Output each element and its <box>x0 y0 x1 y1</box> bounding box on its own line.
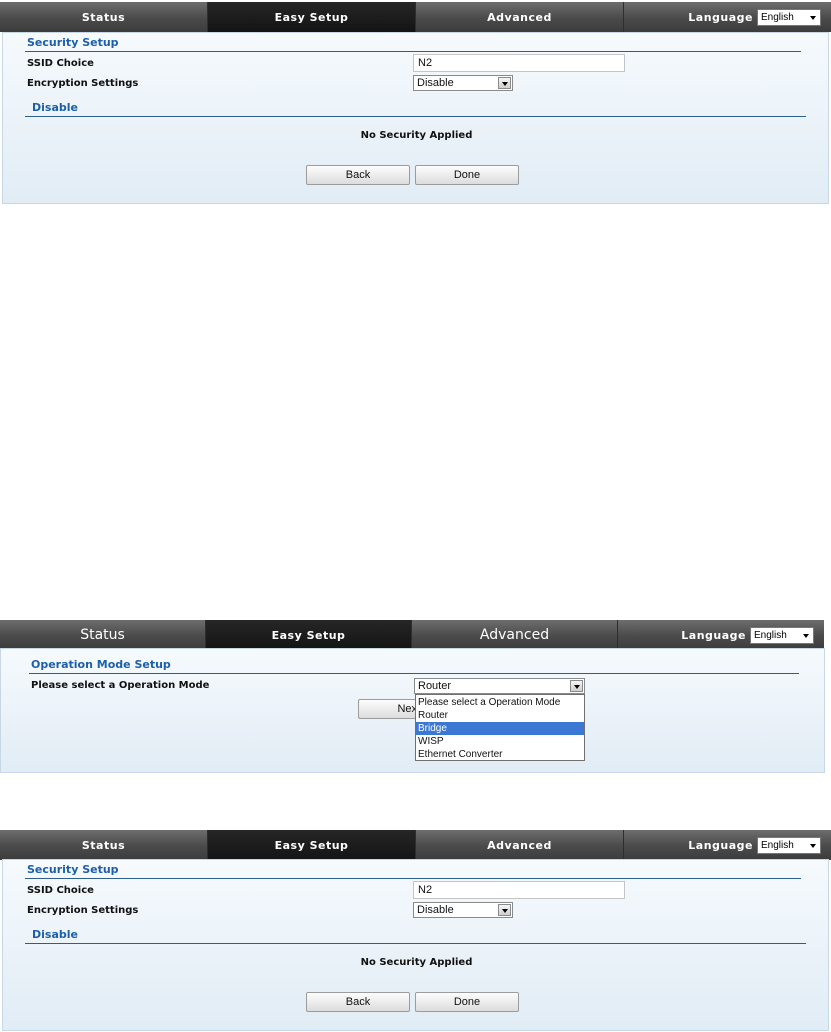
top-nav: Status Easy Setup Advanced Language Engl… <box>0 830 831 860</box>
language-label: Language <box>688 838 753 852</box>
language-select[interactable]: English <box>757 836 821 854</box>
subsection-title: Disable <box>32 928 78 941</box>
tab-status[interactable]: Status <box>0 620 206 650</box>
option-placeholder[interactable]: Please select a Operation Mode <box>416 696 584 709</box>
screenshot-security-setup-1: Status Easy Setup Advanced Language Engl… <box>0 2 831 206</box>
section-divider <box>25 878 801 879</box>
subsection-divider <box>25 116 806 117</box>
subsection-title: Disable <box>32 101 78 114</box>
ssid-input[interactable]: N2 <box>413 54 625 72</box>
section-title: Security Setup <box>27 36 119 49</box>
tab-advanced[interactable]: Advanced <box>416 830 624 860</box>
mode-dropdown-list: Please select a Operation Mode Router Br… <box>415 694 585 761</box>
dropdown-arrow-icon <box>498 904 511 916</box>
done-button[interactable]: Done <box>415 992 519 1012</box>
encryption-value: Disable <box>417 77 454 89</box>
next-button[interactable]: Nex <box>358 699 418 719</box>
encryption-value: Disable <box>417 904 454 916</box>
tab-easy-setup[interactable]: Easy Setup <box>208 830 416 860</box>
section-divider <box>25 51 801 52</box>
security-message: No Security Applied <box>360 957 473 968</box>
tab-advanced[interactable]: Advanced <box>412 620 618 650</box>
language-area: Language English <box>618 620 824 650</box>
subsection-divider <box>25 943 806 944</box>
tab-easy-setup[interactable]: Easy Setup <box>208 2 416 32</box>
section-divider <box>29 673 799 674</box>
operation-mode-panel: Operation Mode Setup Please select a Ope… <box>0 648 825 773</box>
top-nav: Status Easy Setup Advanced Language Engl… <box>0 2 831 32</box>
mode-select[interactable]: Router <box>414 678 585 694</box>
encryption-select[interactable]: Disable <box>413 75 513 91</box>
security-panel: Security Setup SSID Choice N2 Encryption… <box>2 859 829 1031</box>
language-area: Language English <box>624 830 831 860</box>
chevron-down-icon <box>810 15 816 20</box>
tab-advanced[interactable]: Advanced <box>416 2 624 32</box>
ssid-label: SSID Choice <box>27 885 94 896</box>
ssid-label: SSID Choice <box>27 58 94 69</box>
dropdown-arrow-icon <box>570 680 583 692</box>
done-button[interactable]: Done <box>415 165 519 185</box>
language-select[interactable]: English <box>757 8 821 26</box>
option-router[interactable]: Router <box>416 709 584 722</box>
language-value: English <box>754 629 787 641</box>
tab-status[interactable]: Status <box>0 2 208 32</box>
language-value: English <box>761 839 794 851</box>
tab-status[interactable]: Status <box>0 830 208 860</box>
dropdown-arrow-icon <box>498 77 511 89</box>
language-select[interactable]: English <box>750 626 814 644</box>
section-title: Operation Mode Setup <box>31 658 171 671</box>
language-label: Language <box>688 10 753 24</box>
screenshot-operation-mode: Status Easy Setup Advanced Language Engl… <box>0 620 831 774</box>
language-area: Language English <box>624 2 831 32</box>
encryption-label: Encryption Settings <box>27 905 139 916</box>
encryption-label: Encryption Settings <box>27 78 139 89</box>
language-value: English <box>761 11 794 23</box>
chevron-down-icon <box>810 843 816 848</box>
mode-value: Router <box>418 680 452 692</box>
option-wisp[interactable]: WISP <box>416 735 584 748</box>
section-title: Security Setup <box>27 863 119 876</box>
option-ethernet-converter[interactable]: Ethernet Converter <box>416 748 584 761</box>
tab-easy-setup[interactable]: Easy Setup <box>206 620 412 650</box>
mode-label: Please select a Operation Mode <box>31 680 210 691</box>
top-nav: Status Easy Setup Advanced Language Engl… <box>0 620 824 650</box>
chevron-down-icon <box>803 633 809 638</box>
security-panel: Security Setup SSID Choice N2 Encryption… <box>2 32 829 204</box>
back-button[interactable]: Back <box>306 992 410 1012</box>
language-label: Language <box>681 628 746 642</box>
security-message: No Security Applied <box>360 130 473 141</box>
option-bridge[interactable]: Bridge <box>416 722 584 735</box>
encryption-select[interactable]: Disable <box>413 902 513 918</box>
screenshot-security-setup-2: Status Easy Setup Advanced Language Engl… <box>0 830 831 1032</box>
back-button[interactable]: Back <box>306 165 410 185</box>
ssid-input[interactable]: N2 <box>413 881 625 899</box>
